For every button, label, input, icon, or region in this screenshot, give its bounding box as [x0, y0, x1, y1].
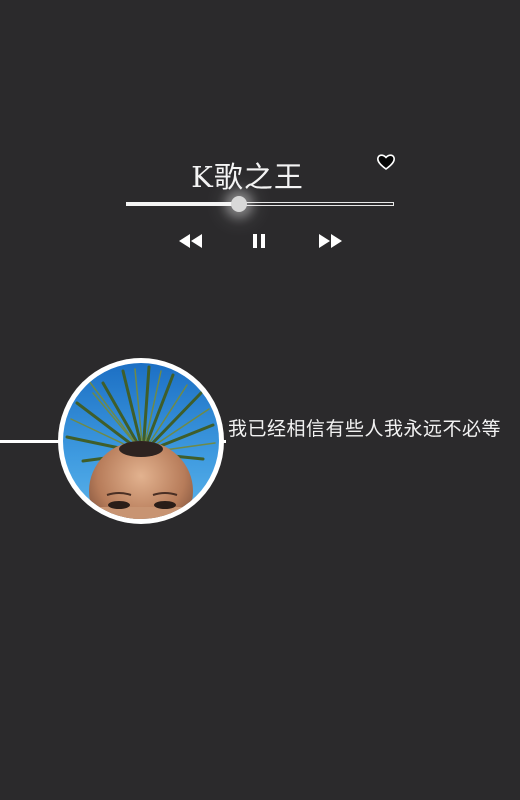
progress-fill [126, 202, 239, 206]
fast-forward-button[interactable] [318, 232, 343, 250]
progress-knob[interactable] [230, 196, 247, 212]
pause-button[interactable] [252, 232, 266, 250]
rewind-button[interactable] [178, 232, 203, 250]
current-lyric: 我已经相信有些人我永远不必等 [228, 418, 502, 440]
playback-controls [0, 232, 520, 250]
avatar-photo [63, 363, 219, 519]
pause-icon [252, 232, 266, 250]
album-avatar[interactable] [58, 358, 224, 524]
heart-icon[interactable] [376, 152, 396, 172]
progress-bar[interactable] [126, 196, 394, 212]
rewind-icon [178, 232, 203, 250]
fast-forward-icon [318, 232, 343, 250]
song-title: K歌之王 [191, 160, 304, 194]
